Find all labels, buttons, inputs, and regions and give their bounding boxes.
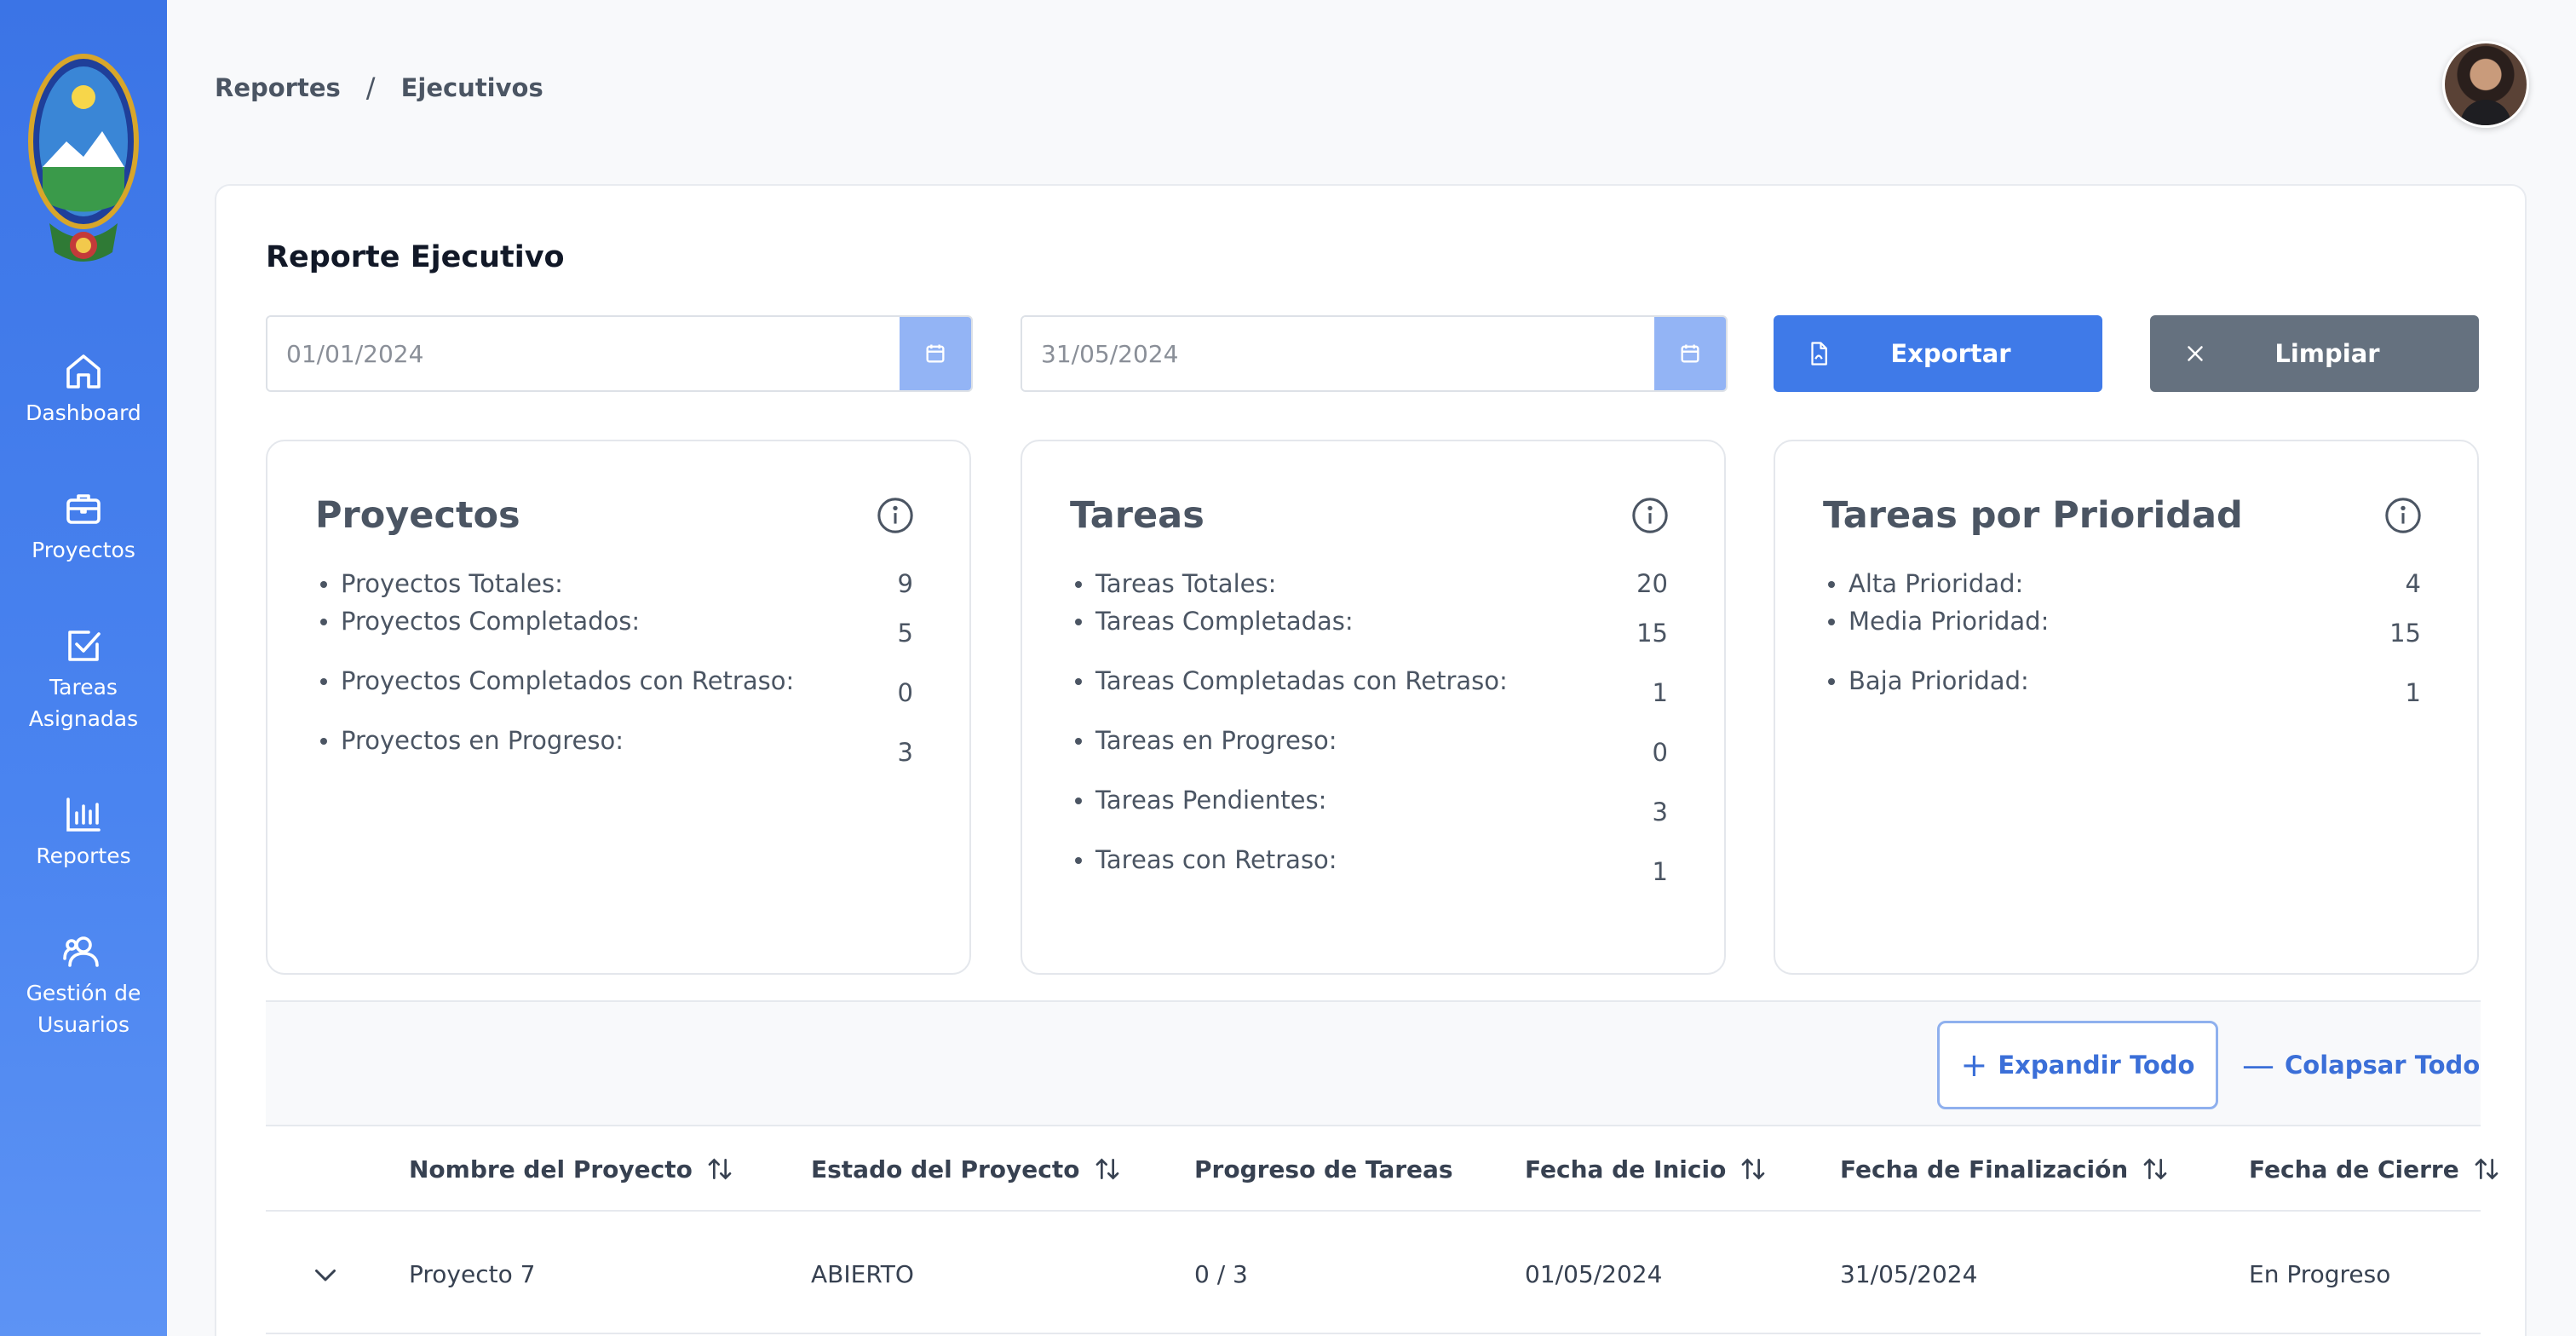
cell-progreso: 0 / 3 (1194, 1259, 1248, 1288)
end-date-field (1021, 315, 1728, 392)
stat-item: Proyectos Completados: 5 (317, 607, 913, 666)
chevron-down-icon[interactable] (310, 1259, 341, 1290)
sort-icon[interactable] (1094, 1155, 1121, 1183)
stat-item: Proyectos Completados con Retraso: 0 (317, 666, 913, 726)
projects-card-title: Proyectos (315, 494, 520, 537)
cell-nombre: Proyecto 7 (409, 1259, 536, 1288)
stat-item: Baja Prioridad: 1 (1825, 666, 2421, 726)
sidebar-item-label: Dashboard (26, 400, 141, 425)
breadcrumb: Reportes / Ejecutivos (215, 72, 543, 104)
stat-item: Proyectos en Progreso: 3 (317, 726, 913, 786)
stat-item: Tareas Completadas: 15 (1072, 607, 1668, 666)
start-date-field (266, 315, 973, 392)
breadcrumb-reportes[interactable]: Reportes (215, 73, 341, 102)
home-icon (66, 354, 101, 389)
stat-item: Media Prioridad: 15 (1825, 607, 2421, 666)
info-icon[interactable] (2383, 496, 2423, 535)
sidebar-item-label: Reportes (36, 844, 131, 868)
cell-fecha-inicio: 01/05/2024 (1525, 1259, 1663, 1288)
plus-icon: + (1960, 1046, 1988, 1084)
page-title: Reporte Ejecutivo (266, 240, 565, 274)
column-header-fecha-inicio[interactable]: Fecha de Inicio (1525, 1126, 1767, 1212)
users-icon (63, 936, 99, 967)
stat-item: Tareas Completadas con Retraso: 1 (1072, 666, 1668, 726)
end-date-picker-button[interactable] (1654, 317, 1726, 390)
sort-icon[interactable] (1739, 1155, 1767, 1183)
stat-item: Tareas Totales: 20 (1072, 569, 1668, 607)
sort-icon[interactable] (2142, 1155, 2169, 1183)
collapse-all-button[interactable]: — Colapsar Todo (2242, 1021, 2480, 1109)
stat-item: Tareas Pendientes: 3 (1072, 786, 1668, 845)
start-date-picker-button[interactable] (900, 317, 971, 390)
sidebar-item-label: Tareas Asignadas (28, 675, 139, 731)
end-date-input[interactable] (1022, 317, 1654, 390)
sidebar: Dashboard Proyectos Tareas Asignadas Rep… (0, 0, 167, 1336)
info-icon[interactable] (876, 496, 915, 535)
projects-stat-card: Proyectos Proyectos Totales: 9 Proyectos … (266, 440, 971, 975)
pdf-file-icon (1811, 342, 1827, 366)
column-header-progreso: Progreso de Tareas (1194, 1155, 1453, 1183)
info-icon[interactable] (1630, 496, 1670, 535)
sidebar-item-dashboard[interactable]: Dashboard (0, 351, 167, 429)
sidebar-item-reportes[interactable]: Reportes (0, 794, 167, 872)
table-header: Nombre del Proyecto Estado del Proyecto … (266, 1126, 2498, 1212)
stat-item: Alta Prioridad: 4 (1825, 569, 2421, 607)
sidebar-item-label: Gestión de Usuarios (26, 981, 141, 1037)
expand-all-button[interactable]: + Expandir Todo (1937, 1021, 2218, 1109)
university-logo (24, 48, 143, 283)
column-header-fecha-finalizacion[interactable]: Fecha de Finalización (1840, 1126, 2169, 1212)
briefcase-icon (66, 494, 101, 524)
table-row[interactable]: Proyecto 7 ABIERTO 0 / 3 01/05/2024 31/0… (266, 1213, 2481, 1334)
minus-icon: — (2242, 1046, 2274, 1084)
export-button[interactable]: Exportar (1774, 315, 2102, 392)
sidebar-item-proyectos[interactable]: Proyectos (0, 488, 167, 566)
breadcrumb-ejecutivos: Ejecutivos (400, 73, 543, 102)
cell-fecha-finalizacion: 31/05/2024 (1840, 1259, 1978, 1288)
sort-icon[interactable] (2473, 1155, 2500, 1183)
sidebar-nav: Dashboard Proyectos Tareas Asignadas Rep… (0, 351, 167, 1100)
sort-icon[interactable] (706, 1155, 733, 1183)
stat-item: Tareas con Retraso: 1 (1072, 845, 1668, 905)
close-icon (2188, 346, 2203, 361)
sidebar-item-tareas-asignadas[interactable]: Tareas Asignadas (0, 625, 167, 734)
sidebar-item-gestion-usuarios[interactable]: Gestión de Usuarios (0, 931, 167, 1040)
collapse-all-label: Colapsar Todo (2285, 1051, 2481, 1080)
stat-item: Proyectos Totales: 9 (317, 569, 913, 607)
start-date-input[interactable] (267, 317, 900, 390)
bar-chart-icon (66, 798, 101, 832)
clear-button[interactable]: Limpiar (2150, 315, 2479, 392)
checkbox-icon (68, 631, 101, 661)
report-card: Reporte Ejecutivo Exportar Limpiar Proye… (215, 184, 2527, 1336)
sidebar-item-label: Proyectos (32, 538, 135, 562)
calendar-icon (926, 344, 945, 363)
priority-stat-card: Tareas por Prioridad Alta Prioridad: 4 Me… (1774, 440, 2479, 975)
calendar-icon (1681, 344, 1699, 363)
column-header-estado[interactable]: Estado del Proyecto (811, 1126, 1121, 1212)
column-header-fecha-cierre[interactable]: Fecha de Cierre (2249, 1126, 2500, 1212)
tasks-card-title: Tareas (1070, 494, 1205, 537)
stat-item: Tareas en Progreso: 0 (1072, 726, 1668, 786)
table-toolbar: + Expandir Todo — Colapsar Todo (266, 1000, 2481, 1126)
column-header-nombre[interactable]: Nombre del Proyecto (409, 1126, 733, 1212)
cell-fecha-cierre: En Progreso (2249, 1259, 2391, 1288)
priority-card-title: Tareas por Prioridad (1823, 494, 2243, 537)
avatar[interactable] (2442, 41, 2529, 128)
tasks-stat-card: Tareas Tareas Totales: 20 Tareas Completa… (1021, 440, 1726, 975)
breadcrumb-separator: / (365, 72, 376, 104)
cell-estado: ABIERTO (811, 1259, 914, 1288)
expand-all-label: Expandir Todo (1998, 1051, 2195, 1080)
